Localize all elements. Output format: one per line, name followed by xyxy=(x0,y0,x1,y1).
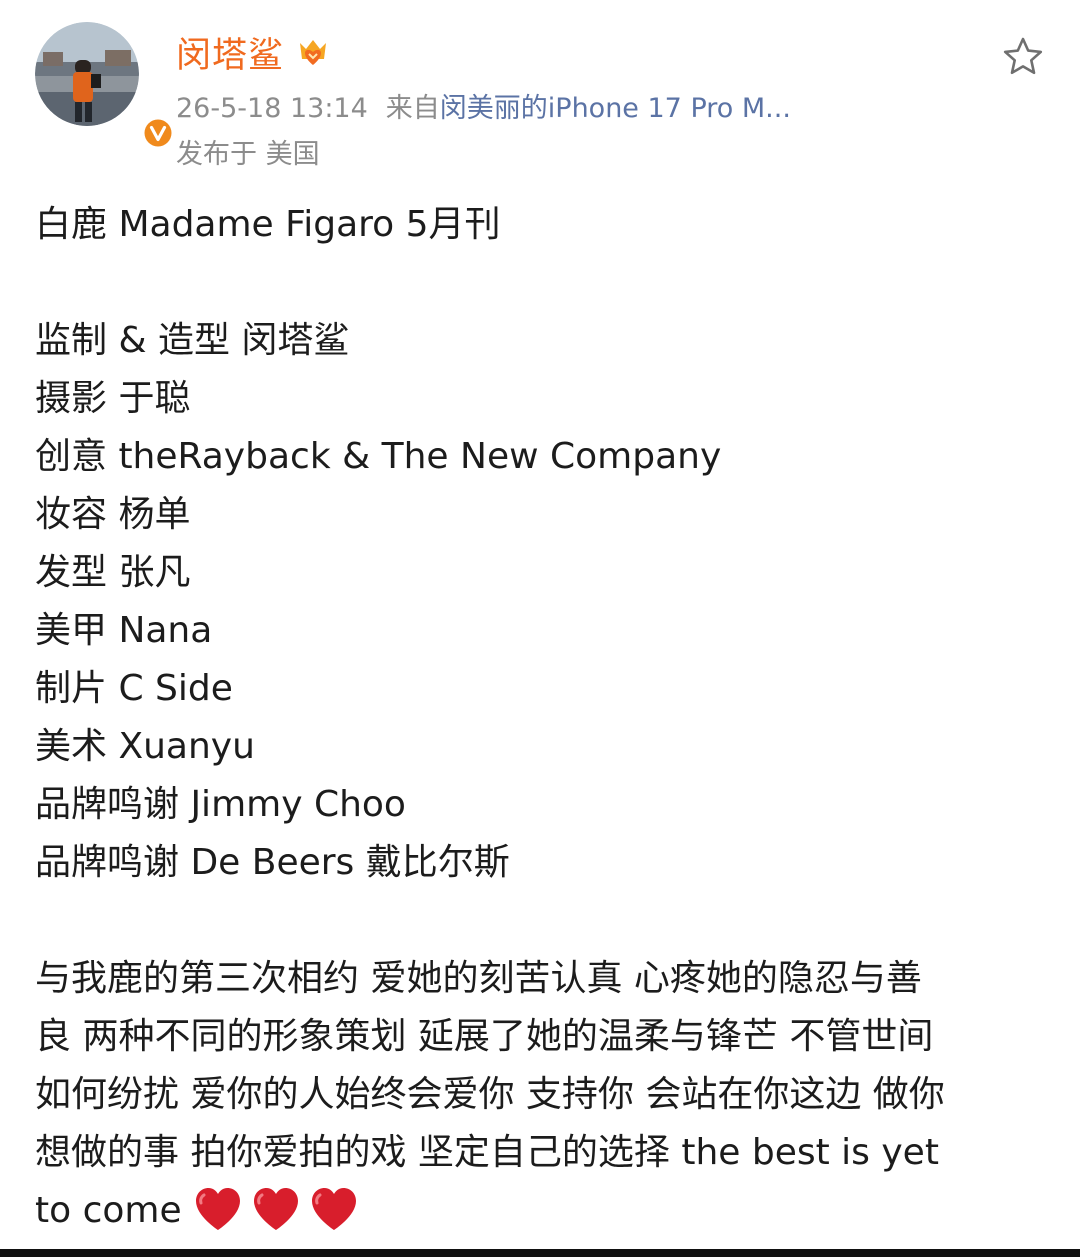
message-line: 如何纷扰 爱你的人始终会爱你 支持你 会站在你这边 做你 xyxy=(35,1074,945,1115)
message-line: 想做的事 拍你爱拍的戏 坚定自己的选择 the best is yet xyxy=(35,1132,939,1173)
heart-emoji xyxy=(196,1188,241,1230)
post-header: 闵塔鲨 26-5-18 13:14 来自闵美丽的iPhone 17 Pro M..… xyxy=(0,0,1080,180)
verified-v-icon xyxy=(142,117,174,149)
username-row: 闵塔鲨 xyxy=(176,30,330,76)
message-line: 良 两种不同的形象策划 延展了她的温柔与锋芒 不管世间 xyxy=(35,1016,934,1057)
credit-line: 发型 张凡 xyxy=(35,552,191,593)
source-prefix: 来自 xyxy=(385,93,440,124)
heart-emoji xyxy=(254,1188,299,1230)
crown-badge-icon[interactable] xyxy=(296,35,330,69)
credit-line: 摄影 于聪 xyxy=(35,378,191,419)
bottom-edge xyxy=(0,1249,1080,1257)
post-title: 白鹿 Madame Figaro 5月刊 xyxy=(35,204,501,245)
star-outline-icon[interactable] xyxy=(1001,35,1045,79)
post-meta: 26-5-18 13:14 来自闵美丽的iPhone 17 Pro M... xyxy=(176,86,791,125)
source-device-link[interactable]: 闵美丽的iPhone 17 Pro M... xyxy=(440,93,791,124)
post-body: 白鹿 Madame Figaro 5月刊 监制 & 造型 闵塔鲨 摄影 于聪 创… xyxy=(35,196,1045,1240)
credit-line: 品牌鸣谢 Jimmy Choo xyxy=(35,784,406,825)
heart-emoji xyxy=(312,1188,357,1230)
credit-line: 美术 Xuanyu xyxy=(35,726,255,767)
message-last-line: to come xyxy=(35,1182,1045,1240)
post-message: 与我鹿的第三次相约 爱她的刻苦认真 心疼她的隐忍与善 良 两种不同的形象策划 延… xyxy=(35,950,1045,1240)
credit-line: 制片 C Side xyxy=(35,668,233,709)
credit-line: 监制 & 造型 闵塔鲨 xyxy=(35,320,350,361)
credit-line: 美甲 Nana xyxy=(35,610,213,651)
username-link[interactable]: 闵塔鲨 xyxy=(176,27,284,78)
weibo-post: 闵塔鲨 26-5-18 13:14 来自闵美丽的iPhone 17 Pro M..… xyxy=(0,0,1080,1249)
message-line: 与我鹿的第三次相约 爱她的刻苦认真 心疼她的隐忍与善 xyxy=(35,958,922,999)
timestamp: 26-5-18 13:14 xyxy=(176,93,368,124)
credit-line: 品牌鸣谢 De Beers 戴比尔斯 xyxy=(35,842,510,883)
avatar[interactable] xyxy=(35,22,174,149)
post-location: 发布于 美国 xyxy=(176,139,320,170)
avatar-photo xyxy=(35,22,139,126)
credit-line: 妆容 杨单 xyxy=(35,494,191,535)
message-end: to come xyxy=(35,1190,182,1231)
credit-line: 创意 theRayback & The New Company xyxy=(35,436,722,477)
